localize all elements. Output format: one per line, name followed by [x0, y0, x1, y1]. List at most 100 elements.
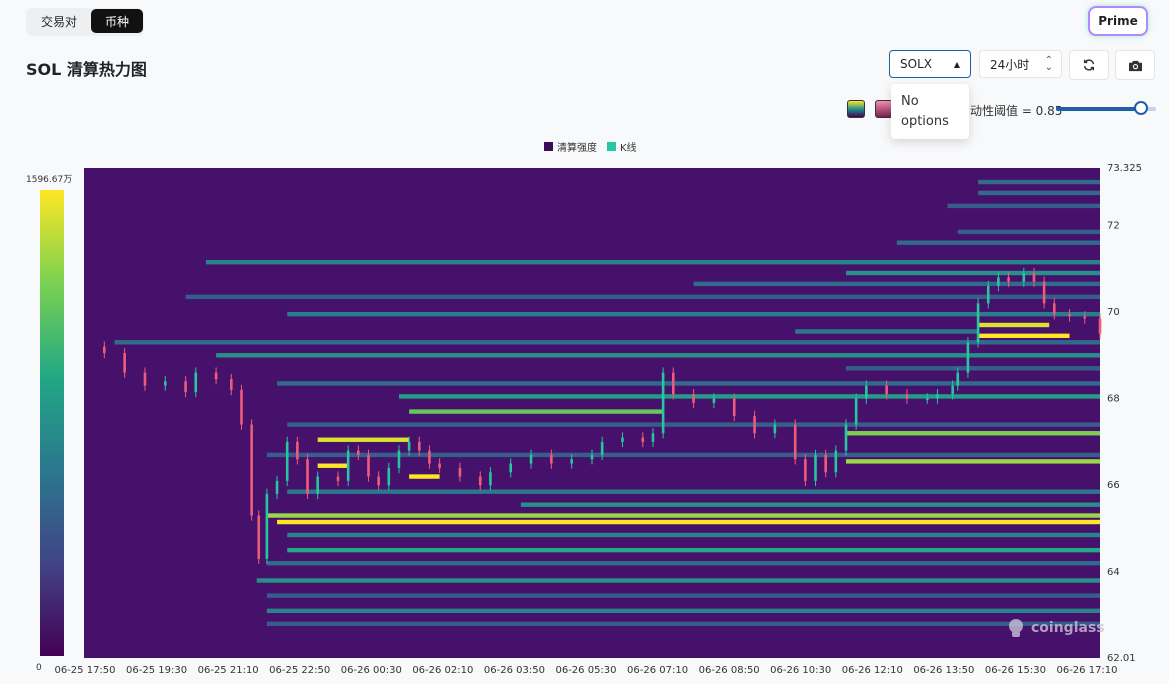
kline-candle: [184, 381, 187, 393]
kline-candle: [732, 398, 736, 416]
no-options-text: No options: [901, 94, 949, 129]
liquidation-band: [978, 333, 1070, 339]
liquidation-band: [277, 381, 1100, 386]
kline-candle: [336, 476, 340, 481]
kline-candle: [550, 454, 553, 464]
kline-candle: [306, 459, 309, 494]
kline-candle: [905, 394, 909, 399]
y-tick-label: 64: [1107, 567, 1120, 578]
watermark: coinglass: [1006, 618, 1105, 638]
x-tick-label: 06-25 19:30: [126, 665, 187, 676]
kline-candle: [844, 424, 848, 451]
liquidation-band: [409, 474, 440, 479]
kline-candle: [936, 394, 939, 399]
liquidation-band: [846, 366, 1100, 371]
kline-candle: [478, 476, 482, 486]
kline-candle: [296, 441, 299, 460]
kline-candle: [417, 441, 421, 451]
liquidation-band: [114, 340, 1101, 345]
kline-candle: [1098, 318, 1102, 334]
kline-candle: [824, 454, 827, 473]
kline-candle: [986, 286, 990, 304]
kline-candle: [641, 437, 645, 442]
liquidation-band: [398, 394, 1101, 399]
watermark-text: coinglass: [1031, 620, 1105, 636]
kline-candle: [600, 441, 604, 455]
kline-candle: [428, 450, 431, 464]
x-tick-label: 06-26 07:10: [627, 665, 688, 676]
liquidation-band: [896, 240, 1100, 245]
liquidation-band: [978, 179, 1100, 185]
x-tick-label: 06-26 00:30: [341, 665, 402, 676]
kline-candle: [438, 463, 441, 468]
liquidation-band: [947, 203, 1100, 209]
kline-candle: [316, 476, 319, 494]
kline-candle: [387, 467, 391, 486]
kline-candle: [793, 433, 797, 460]
kline-candle: [1083, 316, 1087, 319]
kline-candle: [214, 372, 218, 380]
x-tick-label: 06-26 05:30: [555, 665, 616, 676]
liquidation-band: [520, 502, 1100, 507]
kline-candle: [240, 389, 243, 425]
kline-candle: [671, 372, 675, 395]
liquidation-band: [795, 329, 979, 334]
liquidation-band: [266, 452, 1100, 458]
kline-candle: [925, 398, 929, 401]
x-tick-label: 06-26 17:10: [1056, 665, 1117, 676]
x-tick-label: 06-26 12:10: [842, 665, 903, 676]
kline-candle: [1007, 277, 1010, 282]
kline-candle: [997, 277, 1000, 287]
y-tick-label: 66: [1107, 480, 1120, 491]
kline-candle: [143, 372, 147, 386]
kline-candle: [1022, 273, 1026, 282]
kline-candle: [529, 454, 533, 464]
kline-candle: [163, 381, 167, 386]
kline-candle: [956, 372, 960, 386]
kline-candle: [865, 385, 868, 399]
kline-candle: [1052, 303, 1056, 315]
liquidation-band: [266, 513, 1100, 518]
liquidation-band: [287, 489, 1100, 494]
heatmap-chart: 73.325 72 70 68 66 64 62.01 06-25 17:50 06-25 19…: [54, 163, 1142, 676]
liquidation-band: [277, 519, 1100, 525]
liquidation-band: [317, 463, 349, 468]
kline-candle: [1042, 281, 1046, 304]
kline-candle: [854, 398, 858, 425]
x-tick-label: 06-25 22:50: [269, 665, 330, 676]
liquidation-band: [287, 547, 1100, 553]
kline-candle: [346, 450, 350, 481]
coinglass-logo-icon: [1009, 619, 1023, 637]
kline-candle: [194, 372, 198, 393]
kline-candle: [489, 472, 492, 486]
kline-candle: [250, 424, 253, 516]
kline-candle: [590, 454, 594, 460]
kline-candle: [275, 480, 279, 494]
kline-candle: [377, 476, 380, 486]
kline-candle: [509, 463, 513, 473]
x-tick-label: 06-26 10:30: [770, 665, 831, 676]
kline-candle: [976, 303, 980, 343]
kline-candle: [712, 398, 716, 403]
kline-candle: [1068, 314, 1071, 317]
liquidation-band: [287, 532, 1100, 538]
y-tick-label: 68: [1107, 394, 1120, 405]
x-tick-label: 06-26 13:50: [913, 665, 974, 676]
liquidation-band: [957, 229, 1100, 235]
x-tick-label: 06-26 02:10: [412, 665, 473, 676]
kline-candle: [257, 515, 261, 559]
liquidation-band: [266, 593, 1100, 598]
kline-candle: [951, 385, 954, 395]
kline-candle: [397, 450, 401, 468]
kline-candle: [692, 394, 695, 403]
liquidation-band: [287, 422, 1100, 427]
y-tick-label: 70: [1107, 307, 1120, 318]
kline-candle: [834, 450, 838, 473]
liquidation-band: [978, 190, 1100, 196]
liquidation-band: [266, 560, 1100, 566]
liquidation-band: [846, 270, 1100, 276]
x-tick-label: 06-25 21:10: [198, 665, 259, 676]
kline-candle: [814, 454, 817, 481]
kline-candle: [661, 372, 665, 434]
kline-candle: [103, 346, 106, 354]
